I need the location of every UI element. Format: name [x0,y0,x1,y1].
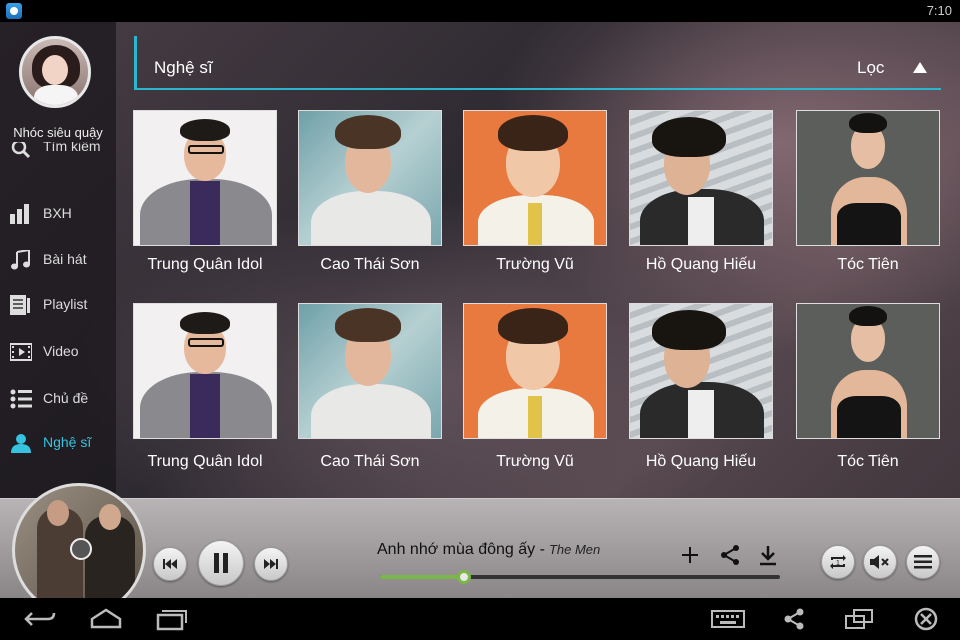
sidebar-item-label: Tìm kiếm [43,142,101,154]
status-bar: 7:10 [0,0,960,22]
add-icon[interactable] [678,543,702,567]
artist-card[interactable]: Cao Thái Sơn [298,110,442,300]
system-navigation-bar [0,598,960,640]
artist-name: Trung Quân Idol [147,453,263,470]
sidebar-item-label: Chủ đề [43,390,89,406]
app-icon [6,3,22,19]
topic-list-icon [10,389,32,409]
back-icon[interactable] [22,607,58,631]
video-icon [10,343,32,361]
skip-previous-icon [163,559,177,569]
user-avatar[interactable] [19,36,91,108]
share-system-icon[interactable] [776,607,812,631]
artist-icon [11,434,31,453]
window-resize-icon[interactable] [842,607,878,631]
playlist-icon [10,295,30,315]
sidebar-item-artists[interactable]: Nghệ sĩ [0,423,116,463]
artist-card[interactable]: Tóc Tiên [796,303,940,493]
pause-button[interactable] [198,540,244,586]
song-title: Anh nhớ mùa đông ấy - [377,541,545,558]
sidebar-item-label: Playlist [43,296,88,312]
artist-card[interactable]: Hồ Quang Hiếu [629,110,773,300]
close-circle-icon[interactable] [908,607,944,631]
artist-card[interactable]: Trường Vũ [463,303,607,493]
artist-name: Trường Vũ [496,256,574,273]
filter-button[interactable]: Lọc [849,54,933,82]
now-playing: Anh nhớ mùa đông ấy - The Men [377,541,600,559]
chart-icon [10,204,29,224]
pause-icon [214,553,228,573]
sidebar-item-video[interactable]: Video [0,332,116,372]
artist-photo [796,110,940,246]
keyboard-icon[interactable] [710,607,746,631]
download-icon[interactable] [756,543,780,567]
repeat-one-icon: 1 [830,555,846,569]
artist-photo [298,110,442,246]
artist-photo [133,110,277,246]
menu-button[interactable] [906,545,940,579]
artist-photo [463,303,607,439]
repeat-button[interactable]: 1 [821,545,855,579]
search-icon [11,142,31,159]
artist-name: Cao Thái Sơn [320,453,420,470]
progress-slider[interactable] [380,570,780,584]
svg-text:1: 1 [836,560,840,567]
triangle-up-icon [913,62,927,73]
artist-name: Trung Quân Idol [147,256,263,273]
artist-photo [133,303,277,439]
song-artist: The Men [548,542,601,557]
artist-card[interactable]: Tóc Tiên [796,110,940,300]
volume-mute-icon [870,555,889,569]
progress-handle[interactable] [457,570,471,584]
share-icon[interactable] [718,543,742,567]
page-title: Nghệ sĩ [154,58,213,77]
section-header: Nghệ sĩ Lọc [134,36,941,90]
skip-next-icon [264,559,278,569]
music-note-icon [11,250,30,270]
artist-photo [629,110,773,246]
artist-card[interactable]: Cao Thái Sơn [298,303,442,493]
sidebar-item-label: BXH [43,205,72,221]
filter-label: Lọc [857,58,885,77]
sidebar-item-topics[interactable]: Chủ đề [0,379,116,419]
user-name[interactable]: Nhóc siêu quậy [0,125,116,140]
progress-fill [380,575,464,579]
sidebar-item-label: Bài hát [43,251,87,267]
app-window: Nhóc siêu quậy Tìm kiếm BXH Bài hát Play… [0,22,960,598]
recent-apps-icon[interactable] [154,607,190,631]
previous-button[interactable] [153,547,187,581]
hamburger-menu-icon [914,555,932,569]
artist-photo [298,303,442,439]
artist-name: Hồ Quang Hiếu [645,453,757,470]
artist-card[interactable]: Trung Quân Idol [133,110,277,300]
mute-button[interactable] [863,545,897,579]
home-icon[interactable] [88,607,124,631]
artist-name: Tóc Tiên [837,453,899,470]
sidebar-item-label: Nghệ sĩ [43,434,92,450]
artist-name: Tóc Tiên [837,256,899,273]
sidebar-item-playlist[interactable]: Playlist [0,285,116,325]
sidebar-item-songs[interactable]: Bài hát [0,240,116,280]
sidebar-item-bxh[interactable]: BXH [0,194,116,234]
artist-name: Trường Vũ [496,453,574,470]
artist-card[interactable]: Trường Vũ [463,110,607,300]
artist-name: Cao Thái Sơn [320,256,420,273]
artist-name: Hồ Quang Hiếu [645,256,757,273]
album-art-disc[interactable] [12,483,146,598]
artist-photo [629,303,773,439]
next-button[interactable] [254,547,288,581]
status-clock: 7:10 [926,3,952,18]
player-bar: Anh nhớ mùa đông ấy - The Men 1 [0,483,960,598]
sidebar-item-search[interactable]: Tìm kiếm [0,142,116,162]
sidebar-item-label: Video [43,343,79,359]
artist-photo [463,110,607,246]
sidebar: Nhóc siêu quậy Tìm kiếm BXH Bài hát Play… [0,22,116,502]
artist-card[interactable]: Hồ Quang Hiếu [629,303,773,493]
artist-card[interactable]: Trung Quân Idol [133,303,277,493]
artist-photo [796,303,940,439]
